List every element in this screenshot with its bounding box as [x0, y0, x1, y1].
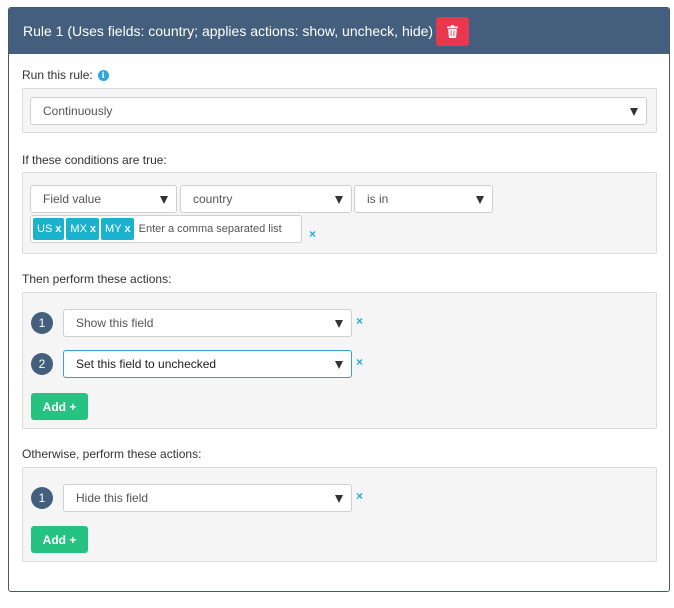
- chevron-down-icon: [476, 196, 484, 204]
- chevron-down-icon: [335, 196, 343, 204]
- chevron-down-icon: [630, 108, 638, 116]
- condition-type-select[interactable]: Field value: [30, 185, 177, 213]
- add-else-action-button[interactable]: Add +: [31, 526, 88, 553]
- action-number-badge: 2: [31, 353, 53, 375]
- tag-text-input[interactable]: [138, 223, 299, 235]
- value-tag: MX x: [66, 218, 100, 240]
- else-actions-well: 1 Hide this field × Add +: [22, 467, 657, 562]
- add-action-button[interactable]: Add +: [31, 393, 88, 420]
- action-number-badge: 1: [31, 312, 53, 334]
- action-select[interactable]: Hide this field: [63, 484, 352, 512]
- run-rule-select[interactable]: Continuously: [30, 97, 647, 125]
- delete-rule-button[interactable]: [436, 16, 470, 46]
- tag-remove-icon[interactable]: x: [55, 223, 61, 235]
- remove-condition-icon[interactable]: ×: [309, 227, 316, 241]
- condition-operator-select[interactable]: is in: [354, 185, 493, 213]
- action-select[interactable]: Set this field to unchecked: [63, 350, 352, 378]
- tag-remove-icon[interactable]: x: [125, 223, 131, 235]
- chevron-down-icon: [160, 196, 168, 204]
- else-actions-label: Otherwise, perform these actions:: [22, 447, 202, 461]
- action-row: 1 Show this field ×: [31, 309, 363, 337]
- action-row: 2 Set this field to unchecked ×: [31, 350, 363, 378]
- value-tag: MY x: [101, 218, 134, 240]
- rule-panel: Rule 1 (Uses fields: country; applies ac…: [8, 7, 670, 592]
- then-actions-well: 1 Show this field × 2 Set this field to …: [22, 292, 657, 429]
- conditions-label: If these conditions are true:: [22, 153, 167, 167]
- action-row: 1 Hide this field ×: [31, 484, 363, 512]
- info-icon[interactable]: i: [97, 69, 109, 81]
- condition-field-select[interactable]: country: [180, 185, 352, 213]
- rule-header: Rule 1 (Uses fields: country; applies ac…: [9, 8, 669, 54]
- tag-remove-icon[interactable]: x: [90, 223, 96, 235]
- condition-values-input[interactable]: US x MX x MY x: [30, 215, 302, 243]
- value-tag: US x: [33, 218, 65, 240]
- chevron-down-icon: [335, 495, 343, 503]
- action-select[interactable]: Show this field: [63, 309, 352, 337]
- rule-title: Rule 1 (Uses fields: country; applies ac…: [23, 23, 434, 39]
- then-actions-label: Then perform these actions:: [22, 272, 172, 286]
- chevron-down-icon: [335, 361, 343, 369]
- trash-icon: [447, 24, 459, 38]
- run-rule-well: Continuously: [22, 88, 657, 133]
- run-rule-label: Run this rule: i: [22, 68, 109, 82]
- conditions-well: Field value country is in US x MX x MY x: [22, 172, 657, 254]
- remove-action-icon[interactable]: ×: [356, 489, 363, 503]
- chevron-down-icon: [335, 320, 343, 328]
- remove-action-icon[interactable]: ×: [356, 355, 363, 369]
- remove-action-icon[interactable]: ×: [356, 314, 363, 328]
- action-number-badge: 1: [31, 487, 53, 509]
